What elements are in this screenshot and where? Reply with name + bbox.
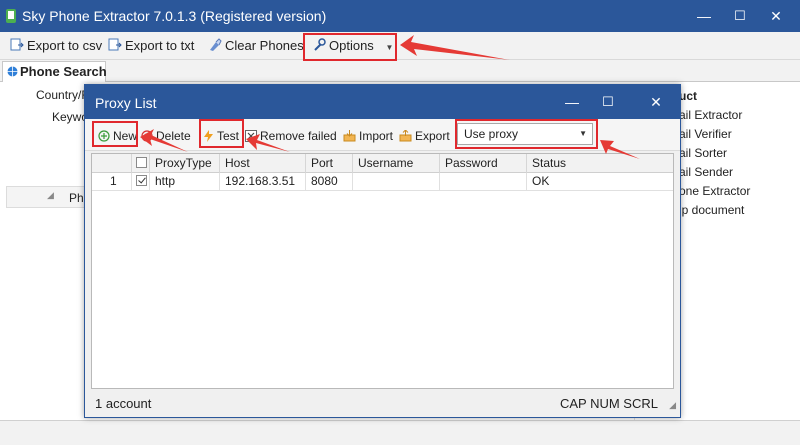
table-row[interactable]: 1 http 192.168.3.51 8080 OK <box>92 173 673 191</box>
export-txt-icon <box>108 38 122 51</box>
main-status-bar <box>0 420 800 445</box>
clear-phones-icon <box>210 38 222 51</box>
highlight-new <box>92 121 138 147</box>
product-email-extractor[interactable]: ail Extractor <box>679 108 742 122</box>
dialog-status-bar: 1 account CAP NUM SCRL ◢ <box>85 392 680 417</box>
account-count: 1 account <box>95 396 152 411</box>
clear-phones-label: Clear Phones <box>225 38 304 53</box>
country-label: Country/R <box>36 88 91 102</box>
export-icon <box>399 130 412 142</box>
product-help-document[interactable]: lp document <box>679 203 744 217</box>
export-txt-button[interactable]: Export to txt <box>108 36 194 56</box>
maximize-button[interactable]: ☐ <box>730 6 750 26</box>
tab-phone-search[interactable]: Phone Search <box>2 61 107 82</box>
globe-icon <box>7 66 18 77</box>
product-email-sorter[interactable]: ail Sorter <box>679 146 727 160</box>
dialog-title: Proxy List <box>95 95 157 111</box>
column-header-proxytype[interactable]: ProxyType <box>150 154 220 173</box>
delete-label: Delete <box>156 129 191 143</box>
export-csv-icon <box>10 38 24 51</box>
import-icon <box>343 130 356 142</box>
close-button[interactable]: ✕ <box>766 6 786 26</box>
cell-host[interactable]: 192.168.3.51 <box>220 173 306 191</box>
main-toolbar: Export to csv Export to txt Clear Phones… <box>0 32 800 60</box>
phone-results-header: ◢ Phon <box>6 186 97 208</box>
export-label: Export <box>415 129 450 143</box>
minimize-button[interactable]: — <box>694 6 714 26</box>
column-header-status[interactable]: Status <box>527 154 673 173</box>
product-phone-extractor[interactable]: one Extractor <box>679 184 750 198</box>
column-header-username[interactable]: Username <box>353 154 440 173</box>
export-csv-label: Export to csv <box>27 38 103 53</box>
row-checkbox[interactable] <box>136 175 147 186</box>
grid-header: ProxyType Host Port Username Password St… <box>92 154 673 173</box>
highlight-options <box>303 33 397 61</box>
cell-status: OK <box>532 174 550 188</box>
product-email-verifier[interactable]: ail Verifier <box>679 127 732 141</box>
cell-username[interactable] <box>353 173 440 191</box>
remove-failed-button[interactable]: Remove failed <box>245 127 337 145</box>
sort-triangle-icon: ◢ <box>47 190 54 200</box>
import-label: Import <box>359 129 394 143</box>
proxy-grid[interactable]: ProxyType Host Port Username Password St… <box>91 153 674 389</box>
export-txt-label: Export to txt <box>125 38 195 53</box>
select-all-checkbox[interactable] <box>136 157 147 168</box>
column-header-host[interactable]: Host <box>220 154 306 173</box>
window-title: Sky Phone Extractor 7.0.1.3 (Registered … <box>22 8 327 24</box>
tab-strip: Phone Search <box>0 60 800 82</box>
delete-circle-icon <box>141 130 153 142</box>
key-indicators: CAP NUM SCRL <box>559 396 658 411</box>
dialog-maximize-button[interactable]: ☐ <box>597 92 619 112</box>
column-header-password[interactable]: Password <box>440 154 527 173</box>
main-titlebar: Sky Phone Extractor 7.0.1.3 (Registered … <box>0 0 800 32</box>
column-header-port[interactable]: Port <box>306 154 353 173</box>
highlight-proxy-mode <box>455 119 598 149</box>
product-panel-heading: uct <box>679 89 697 103</box>
column-header-select[interactable] <box>132 154 150 173</box>
cell-port[interactable]: 8080 <box>306 173 353 191</box>
delete-button[interactable]: Delete <box>141 127 191 145</box>
product-email-sender[interactable]: ail Sender <box>679 165 733 179</box>
remove-failed-icon <box>245 130 257 142</box>
cell-proxytype[interactable]: http <box>150 173 220 191</box>
import-button[interactable]: Import <box>343 127 393 145</box>
remove-failed-label: Remove failed <box>260 129 337 143</box>
highlight-test <box>199 119 244 148</box>
resize-grip-icon[interactable]: ◢ <box>669 400 676 411</box>
dialog-close-button[interactable]: ✕ <box>645 92 667 112</box>
clear-phones-button[interactable]: Clear Phones <box>208 36 304 56</box>
export-button[interactable]: Export <box>399 127 450 145</box>
export-csv-button[interactable]: Export to csv <box>10 36 102 56</box>
dialog-titlebar: Proxy List — ☐ ✕ <box>85 85 680 119</box>
column-header-rownum <box>92 154 132 173</box>
tab-phone-search-label: Phone Search <box>20 64 107 79</box>
row-select-cell[interactable] <box>132 173 150 191</box>
app-phone-icon <box>6 9 16 23</box>
keyword-label: Keywo <box>52 110 89 124</box>
dialog-minimize-button[interactable]: — <box>561 92 583 112</box>
cell-password[interactable] <box>440 173 527 191</box>
row-number: 1 <box>92 173 132 191</box>
